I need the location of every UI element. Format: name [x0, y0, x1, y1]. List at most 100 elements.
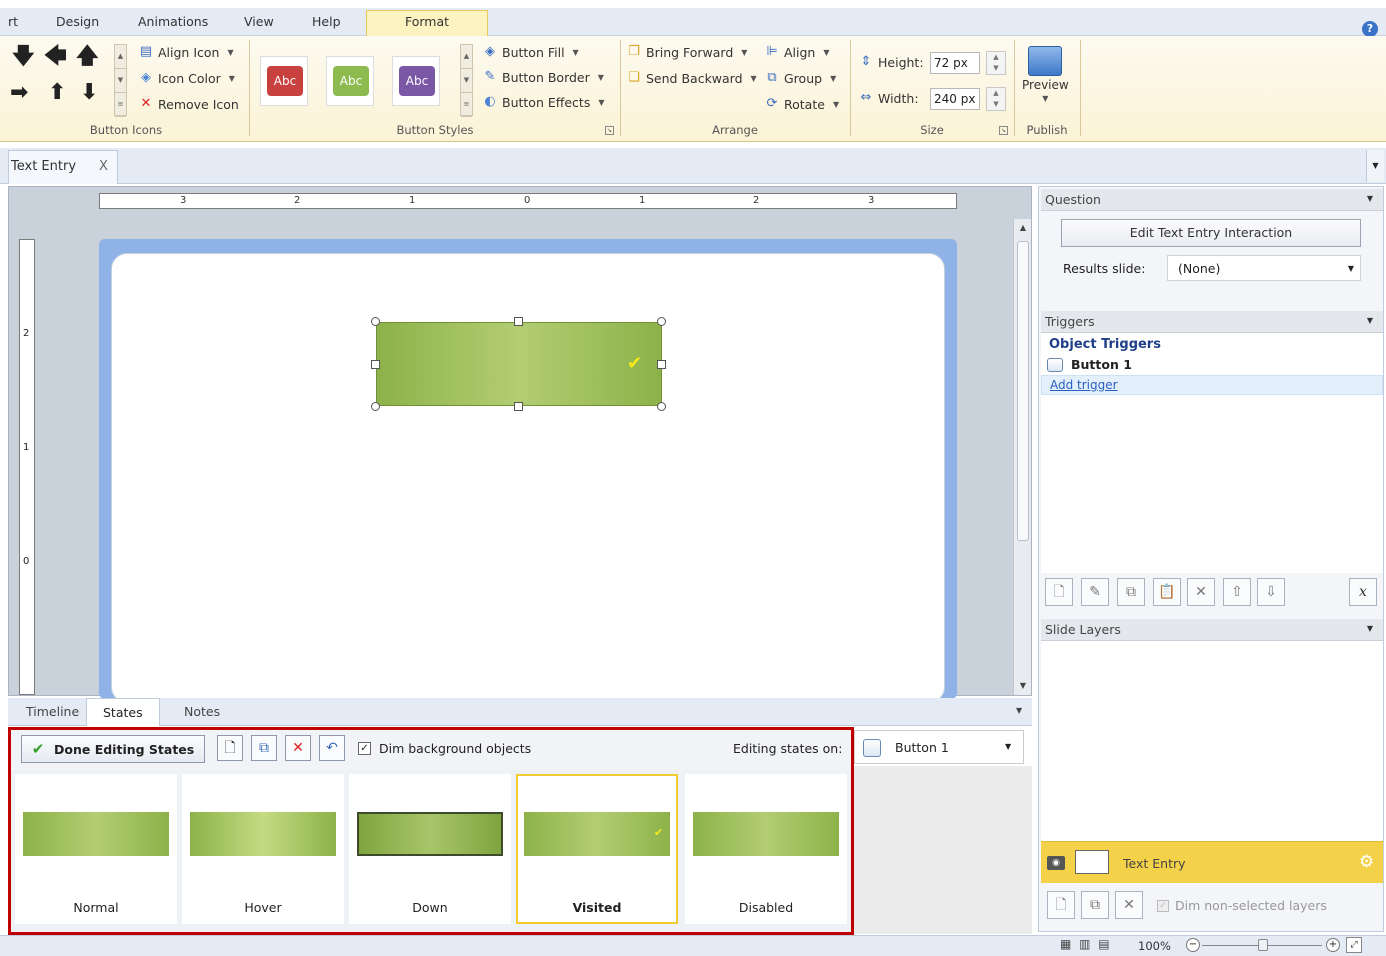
variables-icon[interactable]: x: [1349, 578, 1377, 606]
height-field[interactable]: 72 px: [930, 52, 980, 74]
more-icon[interactable]: ≡: [461, 93, 472, 117]
tab-notes[interactable]: Notes: [184, 704, 220, 719]
style-gallery-scroll[interactable]: ▲ ▼ ≡: [460, 44, 473, 117]
view-mode-icons[interactable]: ▦ ▥ ▤: [1060, 937, 1112, 951]
edit-text-entry-interaction-button[interactable]: Edit Text Entry Interaction: [1061, 219, 1361, 247]
state-card-normal[interactable]: Normal: [15, 774, 177, 924]
gear-icon[interactable]: ⚙: [1359, 852, 1374, 872]
icon-color-button[interactable]: ◈ Icon Color ▼: [138, 70, 235, 86]
chevron-down-icon[interactable]: ▼: [1367, 316, 1373, 325]
chevron-down-icon[interactable]: ▼: [1367, 194, 1373, 203]
dialog-launcher-icon[interactable]: ↘: [605, 126, 614, 135]
zoom-in-icon[interactable]: +: [1326, 938, 1340, 952]
resize-handle[interactable]: [514, 402, 523, 411]
resize-handle[interactable]: [371, 360, 380, 369]
width-field[interactable]: 240 px: [930, 88, 980, 110]
paste-trigger-icon[interactable]: 📋: [1153, 578, 1181, 606]
remove-icon-button[interactable]: ✕ Remove Icon: [138, 96, 239, 112]
button-fill-button[interactable]: ◈ Button Fill ▼: [482, 44, 579, 60]
scroll-down-icon[interactable]: ▼: [1014, 681, 1032, 690]
chevron-down-icon[interactable]: ▼: [1367, 624, 1373, 633]
vertical-scrollbar[interactable]: ▲ ▼: [1013, 219, 1031, 695]
question-panel-header[interactable]: Question ▼: [1041, 189, 1383, 211]
resize-handle[interactable]: [657, 360, 666, 369]
style-swatch-red[interactable]: Abc: [260, 56, 308, 106]
chevron-down-icon[interactable]: ▼: [1348, 264, 1354, 273]
resize-handle[interactable]: [371, 402, 380, 411]
button-effects-button[interactable]: ◐ Button Effects ▼: [482, 94, 604, 110]
move-up-icon[interactable]: ⇧: [1223, 578, 1251, 606]
align-icon-button[interactable]: ▤ Align Icon ▼: [138, 44, 234, 60]
chevron-up-icon[interactable]: ▲: [461, 45, 472, 69]
group-button[interactable]: ⧉ Group ▼: [764, 70, 836, 86]
state-card-hover[interactable]: Hover: [182, 774, 344, 924]
tab-insert-partial[interactable]: rt: [8, 14, 18, 29]
slide-canvas[interactable]: ✔: [111, 253, 945, 703]
move-down-icon[interactable]: ⇩: [1257, 578, 1285, 606]
zoom-out-icon[interactable]: −: [1186, 938, 1200, 952]
more-icon[interactable]: ≡: [115, 93, 126, 117]
dialog-launcher-icon[interactable]: ↘: [999, 126, 1008, 135]
zoom-slider-thumb[interactable]: [1258, 939, 1268, 951]
delete-state-icon[interactable]: ✕: [285, 735, 311, 761]
duplicate-layer-icon[interactable]: ⧉: [1081, 891, 1109, 919]
dim-non-selected-option[interactable]: ✓ Dim non-selected layers: [1157, 898, 1327, 913]
chevron-down-icon[interactable]: ▼: [461, 69, 472, 93]
resize-handle[interactable]: [657, 402, 666, 411]
arrow-up-dotted-icon[interactable]: ⬆: [48, 82, 66, 104]
new-layer-icon[interactable]: 🗋: [1047, 891, 1075, 919]
arrow-up-left-icon[interactable]: 🡄: [44, 46, 67, 68]
new-state-icon[interactable]: 🗋: [217, 735, 243, 761]
tab-help[interactable]: Help: [312, 14, 341, 29]
arrow-down-icon[interactable]: 🡇: [12, 46, 35, 68]
arrow-right-dotted-icon[interactable]: ➡: [10, 82, 28, 104]
delete-trigger-icon[interactable]: ✕: [1187, 578, 1215, 606]
width-spinner[interactable]: ▲ ▼: [986, 87, 1006, 111]
style-swatch-purple[interactable]: Abc: [392, 56, 440, 106]
height-spinner[interactable]: ▲ ▼: [986, 51, 1006, 75]
copy-trigger-icon[interactable]: ⧉: [1117, 578, 1145, 606]
chevron-down-icon[interactable]: ▼: [1366, 150, 1384, 182]
arrow-down-dotted-icon[interactable]: ⬇: [80, 82, 98, 104]
editing-object-select[interactable]: Button 1 ▼: [854, 730, 1024, 764]
scroll-thumb[interactable]: [1017, 241, 1029, 541]
resize-handle[interactable]: [657, 317, 666, 326]
tab-design[interactable]: Design: [56, 14, 99, 29]
tab-timeline[interactable]: Timeline: [26, 704, 79, 719]
state-card-visited[interactable]: ✔ Visited: [516, 774, 678, 924]
eye-icon[interactable]: ◉: [1047, 856, 1065, 870]
state-card-disabled[interactable]: Disabled: [685, 774, 847, 924]
triggers-panel-header[interactable]: Triggers ▼: [1041, 311, 1383, 333]
fit-to-window-icon[interactable]: ⤢: [1346, 937, 1362, 953]
arrow-up-right-icon[interactable]: 🡅: [76, 46, 99, 68]
rotate-handle[interactable]: [371, 317, 380, 326]
new-trigger-icon[interactable]: 🗋: [1045, 578, 1073, 606]
state-card-down[interactable]: Down: [349, 774, 511, 924]
add-trigger-link[interactable]: Add trigger: [1041, 375, 1383, 395]
bring-forward-button[interactable]: ❐ Bring Forward ▼: [626, 44, 747, 60]
slide-layers-panel-header[interactable]: Slide Layers ▼: [1041, 619, 1383, 641]
close-icon[interactable]: X: [99, 159, 108, 174]
selected-button-object[interactable]: ✔: [376, 322, 662, 406]
preview-button[interactable]: Preview ▼: [1022, 46, 1069, 103]
results-slide-select[interactable]: (None) ▼: [1167, 255, 1361, 281]
icon-gallery-scroll[interactable]: ▲ ▼ ≡: [114, 44, 127, 117]
dim-non-selected-checkbox[interactable]: ✓: [1157, 899, 1169, 912]
send-backward-button[interactable]: ❏ Send Backward ▼: [626, 70, 757, 86]
chevron-down-icon[interactable]: ▼: [115, 69, 126, 93]
done-editing-states-button[interactable]: ✔ Done Editing States: [21, 735, 205, 763]
tab-format[interactable]: Format: [366, 10, 488, 37]
duplicate-state-icon[interactable]: ⧉: [251, 735, 277, 761]
layer-row-text-entry[interactable]: ◉ Text Entry ⚙: [1041, 841, 1383, 883]
chevron-up-icon[interactable]: ▲: [115, 45, 126, 69]
delete-layer-icon[interactable]: ✕: [1115, 891, 1143, 919]
align-button[interactable]: ⊫ Align ▼: [764, 44, 829, 60]
trigger-object-row[interactable]: Button 1: [1047, 357, 1132, 372]
tab-states[interactable]: States: [86, 698, 160, 726]
button-border-button[interactable]: ✎ Button Border ▼: [482, 69, 604, 85]
style-swatch-green[interactable]: Abc: [326, 56, 374, 106]
chevron-down-icon[interactable]: ▼: [1016, 706, 1022, 715]
rotate-button[interactable]: ⟳ Rotate ▼: [764, 96, 840, 112]
scroll-up-icon[interactable]: ▲: [1014, 223, 1032, 232]
dim-background-checkbox[interactable]: ✓: [358, 742, 371, 755]
